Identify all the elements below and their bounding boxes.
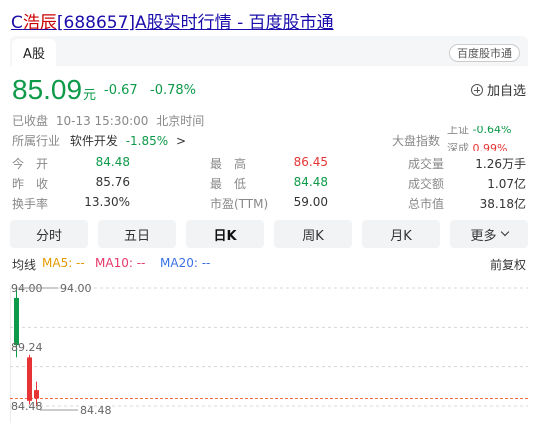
add-favorite-button[interactable]: 加自选 [470, 80, 526, 99]
index-sz[interactable]: 深成 0.99% [447, 142, 507, 151]
stat-value: 13.30% [84, 195, 130, 209]
price-change-pct: -0.78% [150, 83, 196, 98]
y-tick-label: 89.24 [11, 341, 43, 354]
candlestick-chart[interactable]: 94.0089.2484.4894.0084.48 [10, 274, 528, 423]
candle-body [27, 357, 32, 401]
stat-row: 昨 收 85.76 最 低 84.48 成交额 1.07亿 [10, 173, 528, 193]
tab-five-day[interactable]: 五日 [98, 220, 176, 248]
plus-circle-icon [470, 83, 483, 96]
stat-label: 最 高 [210, 157, 247, 171]
ma10-value: MA10: -- [95, 256, 146, 270]
price-adjust-select[interactable]: 前复权 [490, 256, 526, 273]
index-sh[interactable]: 上证 -0.64% [447, 126, 511, 135]
y-tick-label: 84.48 [11, 400, 43, 413]
stat-label: 今 开 [12, 157, 49, 171]
tab-a-share[interactable]: A股 [12, 39, 56, 66]
title-prefix: C [11, 13, 23, 33]
market-index-label: 大盘指数 [392, 134, 441, 148]
ma-label[interactable]: 均线 [12, 256, 36, 273]
ma5-value: MA5: -- [42, 256, 85, 270]
stat-value: 84.48 [95, 155, 130, 169]
tab-more-label: 更多 [470, 228, 497, 244]
low-marker-label: 84.48 [80, 404, 112, 417]
current-price: 85.09 [12, 74, 83, 105]
industry-label: 所属行业 [12, 134, 61, 148]
index-sz-value: 0.99% [472, 142, 508, 151]
stat-label: 总市值 [408, 197, 445, 211]
period-tabs: 分时 五日 日K 周K 月K 更多 [10, 220, 528, 248]
stat-value: 59.00 [293, 195, 328, 209]
index-sz-name: 深成 [447, 142, 469, 151]
brand-badge[interactable]: 百度股市通 [449, 44, 520, 62]
price-change: -0.67 [104, 83, 138, 98]
title-highlight: 浩辰 [22, 13, 57, 33]
chevron-right-icon: > [175, 134, 187, 148]
tab-weekly-k[interactable]: 周K [274, 220, 352, 248]
stat-value: 1.07亿 [487, 177, 526, 191]
quote-stats: 今 开 84.48 最 高 86.45 成交量 1.26万手 昨 收 85.76… [10, 153, 528, 213]
stat-value: 84.48 [293, 175, 328, 189]
market-tab-bar: A股 百度股市通 [10, 36, 528, 66]
stat-label: 市盈(TTM) [210, 197, 269, 211]
candle-body [14, 297, 19, 346]
stat-value: 85.76 [95, 175, 130, 189]
high-marker-label: 94.00 [60, 282, 92, 295]
industry-pct: -1.85% [125, 134, 169, 148]
stat-label: 最 低 [210, 177, 247, 191]
candle-body [34, 390, 39, 399]
tab-daily-k[interactable]: 日K [186, 220, 264, 248]
stat-row: 今 开 84.48 最 高 86.45 成交量 1.26万手 [10, 153, 528, 173]
status-timezone: 北京时间 [156, 114, 205, 128]
page-title-link[interactable]: C浩辰[688657]A股实时行情 - 百度股市通 [11, 8, 334, 33]
index-sh-name: 上证 [447, 126, 469, 135]
stat-label: 成交额 [408, 177, 445, 191]
market-status: 已收盘 10-13 15:30:00 北京时间 [12, 112, 208, 129]
status-datetime: 10-13 15:30:00 [55, 114, 149, 128]
stat-label: 成交量 [408, 157, 445, 171]
title-rest: [688657]A股实时行情 - 百度股市通 [56, 13, 334, 33]
stat-value: 86.45 [293, 155, 328, 169]
market-state: 已收盘 [12, 114, 49, 128]
ma20-value: MA20: -- [160, 256, 211, 270]
chevron-down-icon [500, 227, 509, 237]
stat-row: 换手率 13.30% 市盈(TTM) 59.00 总市值 38.18亿 [10, 193, 528, 213]
stat-value: 38.18亿 [479, 197, 526, 211]
industry-name: 软件开发 [69, 134, 118, 148]
add-favorite-label: 加自选 [486, 84, 526, 99]
stat-label: 昨 收 [12, 177, 49, 191]
tab-more[interactable]: 更多 [450, 220, 528, 248]
index-sh-value: -0.64% [472, 126, 512, 135]
stat-label: 换手率 [12, 197, 49, 211]
tab-intraday[interactable]: 分时 [10, 220, 88, 248]
tab-monthly-k[interactable]: 月K [362, 220, 440, 248]
price-unit: 元 [83, 88, 97, 103]
stat-value: 1.26万手 [475, 157, 526, 171]
industry-link[interactable]: 所属行业 软件开发 -1.85% > [12, 132, 186, 149]
quote-card: A股 百度股市通 85.09 元 -0.67 -0.78% 加自选 已收盘 10… [10, 36, 528, 423]
ma-legend: 均线 MA5: -- MA10: -- MA20: -- 前复权 [10, 254, 528, 272]
